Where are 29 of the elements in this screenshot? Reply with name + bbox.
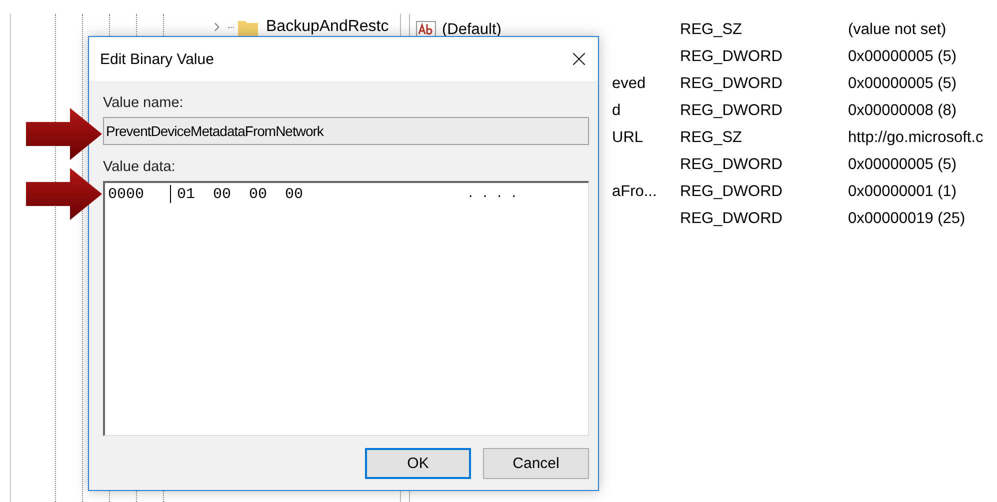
- value-data: 0x00000005 (5): [847, 156, 957, 174]
- value-data: 0x00000001 (1): [847, 182, 957, 200]
- value-name[interactable]: eved: [610, 74, 646, 92]
- value-type: REG_DWORD: [679, 210, 784, 228]
- value-type: REG_SZ: [679, 128, 744, 146]
- value-data-label: Value data:: [103, 159, 176, 175]
- value-name[interactable]: (Default): [440, 20, 502, 38]
- ok-button[interactable]: OK: [365, 448, 471, 479]
- value-type: REG_DWORD: [679, 74, 784, 92]
- cancel-button[interactable]: Cancel: [483, 448, 589, 479]
- value-type: REG_SZ: [679, 20, 744, 38]
- value-data: 0x00000008 (8): [847, 102, 957, 120]
- value-name-field[interactable]: PreventDeviceMetadataFromNetwork: [103, 117, 589, 145]
- value-type: REG_DWORD: [679, 48, 784, 66]
- value-data: (value not set): [847, 20, 946, 38]
- value-name-label: Value name:: [103, 95, 184, 111]
- value-type: REG_DWORD: [679, 156, 784, 174]
- value-data: 0x00000019 (25): [847, 210, 966, 228]
- value-type: REG_DWORD: [679, 182, 784, 200]
- value-data: http://go.microsoft.c: [847, 128, 984, 146]
- value-name[interactable]: URL: [610, 128, 644, 146]
- value-name[interactable]: d: [610, 102, 621, 120]
- value-data-field[interactable]: 0000 01 00 00 00 . . . .: [103, 181, 589, 436]
- value-data: 0x00000005 (5): [847, 74, 957, 92]
- value-name[interactable]: aFro...: [610, 182, 657, 200]
- value-type: REG_DWORD: [679, 102, 784, 120]
- dialog-title: Edit Binary Value: [100, 50, 214, 68]
- tree-item[interactable]: BackupAndRestc: [266, 18, 389, 36]
- value-data: 0x00000005 (5): [847, 48, 957, 66]
